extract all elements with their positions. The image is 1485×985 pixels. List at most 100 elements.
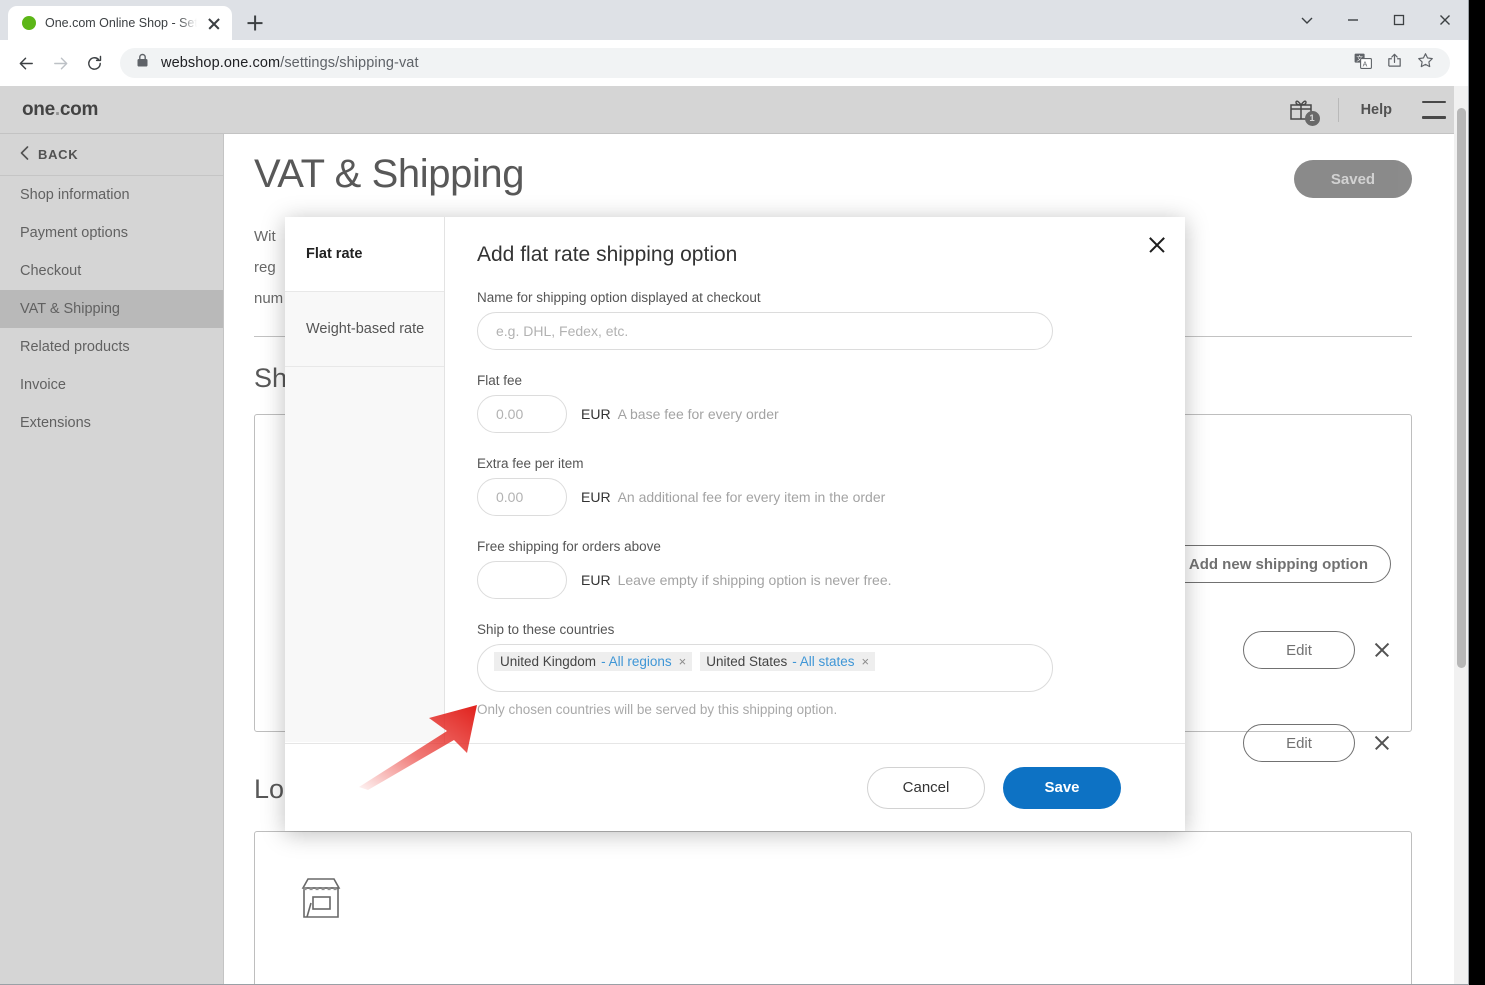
browser-tabstrip: One.com Online Shop - Settings (0, 0, 1468, 40)
field-group-flat-fee: Flat fee EUR A base fee for every order (477, 373, 1153, 433)
flat-fee-label: Flat fee (477, 373, 523, 388)
sidebar-item-checkout[interactable]: Checkout (0, 252, 223, 290)
extra-fee-currency: EUR (581, 489, 611, 505)
field-group-countries: Ship to these countries United Kingdom -… (477, 622, 1153, 717)
browser-toolbar: webshop.one.com/settings/shipping-vat 文A (0, 40, 1468, 86)
delete-icon[interactable] (1373, 734, 1391, 752)
share-icon[interactable] (1386, 52, 1403, 74)
favicon-icon (22, 16, 36, 30)
close-icon[interactable] (206, 15, 222, 31)
sidebar-item-invoice[interactable]: Invoice (0, 366, 223, 404)
remove-chip-icon[interactable]: × (862, 654, 870, 669)
gift-badge: 1 (1304, 110, 1320, 126)
flat-fee-hint: A base fee for every order (617, 406, 779, 422)
edit-button[interactable]: Edit (1243, 631, 1355, 669)
web-page: one.com 1 Help BACK Shop information Pay… (0, 86, 1468, 984)
new-tab-button[interactable] (241, 9, 269, 37)
gift-icon[interactable]: 1 (1288, 96, 1320, 126)
country-name: United Kingdom (500, 654, 597, 669)
sidebar-item-label: Related products (20, 339, 130, 355)
modal-title: Add flat rate shipping option (477, 243, 738, 266)
window-close-icon[interactable] (1422, 0, 1468, 40)
cancel-button[interactable]: Cancel (867, 766, 985, 809)
sidebar-item-extensions[interactable]: Extensions (0, 404, 223, 442)
sidebar-item-label: Payment options (20, 225, 129, 241)
help-link[interactable]: Help (1361, 102, 1392, 118)
sidebar-item-shop-information[interactable]: Shop information (0, 176, 223, 214)
address-bar[interactable]: webshop.one.com/settings/shipping-vat 文A (120, 48, 1450, 78)
sidebar-item-related-products[interactable]: Related products (0, 328, 223, 366)
settings-sidebar: BACK Shop information Payment options Ch… (0, 134, 224, 984)
local-pickup-card (254, 831, 1412, 984)
delete-icon[interactable] (1373, 641, 1391, 659)
add-shipping-option-modal: Flat rate Weight-based rate Add flat rat… (285, 217, 1185, 831)
header-divider (1337, 97, 1339, 122)
add-new-shipping-option-button[interactable]: Add new shipping option (1165, 545, 1391, 583)
shipping-row-actions: Edit (1243, 724, 1391, 762)
country-chip[interactable]: United States - All states × (700, 652, 876, 671)
tab-label: Weight-based rate (306, 321, 425, 337)
countries-label: Ship to these countries (477, 622, 615, 637)
sidebar-item-label: Shop information (20, 187, 130, 203)
edit-button[interactable]: Edit (1243, 724, 1355, 762)
reload-icon[interactable] (78, 47, 110, 79)
lock-icon (136, 53, 149, 73)
sidebar-item-label: VAT & Shipping (20, 301, 120, 317)
app-header: one.com 1 Help (0, 86, 1468, 134)
forward-arrow-icon[interactable] (44, 47, 76, 79)
bookmark-star-icon[interactable] (1417, 52, 1434, 74)
name-field-label: Name for shipping option displayed at ch… (477, 290, 761, 305)
sidebar-item-payment-options[interactable]: Payment options (0, 214, 223, 252)
modal-close-icon[interactable] (1147, 235, 1167, 255)
saved-button[interactable]: Saved (1294, 160, 1412, 198)
countries-hint: Only chosen countries will be served by … (477, 702, 838, 717)
remove-chip-icon[interactable]: × (679, 654, 687, 669)
browser-tab[interactable]: One.com Online Shop - Settings (8, 6, 232, 40)
free-shipping-threshold-input[interactable] (477, 561, 567, 599)
back-arrow-icon[interactable] (10, 47, 42, 79)
address-bar-url: webshop.one.com/settings/shipping-vat (161, 55, 419, 71)
extra-fee-label: Extra fee per item (477, 456, 584, 471)
tab-label: Flat rate (306, 246, 363, 262)
modal-tab-list: Flat rate Weight-based rate (285, 217, 445, 743)
sidebar-item-vat-shipping[interactable]: VAT & Shipping (0, 290, 223, 328)
country-scope[interactable]: - All regions (601, 654, 672, 669)
tab-list-filler (285, 367, 444, 742)
field-group-extra-fee: Extra fee per item EUR An additional fee… (477, 456, 1153, 516)
minimize-icon[interactable] (1330, 0, 1376, 40)
page-scrollbar[interactable] (1454, 86, 1468, 984)
translate-icon[interactable]: 文A (1354, 53, 1372, 74)
flat-fee-currency: EUR (581, 406, 611, 422)
chevron-left-icon (20, 146, 29, 163)
tab-weight-based-rate[interactable]: Weight-based rate (285, 292, 444, 367)
modal-main: Add flat rate shipping option Name for s… (445, 217, 1185, 743)
svg-text:A: A (1363, 61, 1368, 68)
ship-to-countries-input[interactable]: United Kingdom - All regions × United St… (477, 644, 1053, 692)
flat-fee-input[interactable] (477, 395, 567, 433)
free-shipping-hint: Leave empty if shipping option is never … (617, 572, 892, 588)
country-chip[interactable]: United Kingdom - All regions × (494, 652, 693, 671)
one-com-logo[interactable]: one.com (22, 99, 98, 121)
scrollbar-thumb[interactable] (1457, 108, 1466, 668)
shipping-option-name-input[interactable] (477, 312, 1053, 350)
field-group-free-shipping: Free shipping for orders above EUR Leave… (477, 539, 1153, 599)
extra-fee-input[interactable] (477, 478, 567, 516)
back-label: BACK (38, 147, 79, 162)
page-title: VAT & Shipping (254, 152, 525, 196)
country-name: United States (706, 654, 788, 669)
country-scope[interactable]: - All states (792, 654, 854, 669)
shop-illustration-icon (295, 872, 347, 927)
hamburger-menu-icon[interactable] (1422, 100, 1446, 119)
sidebar-item-label: Extensions (20, 415, 91, 431)
modal-footer: Cancel Save (285, 743, 1185, 831)
back-button[interactable]: BACK (0, 134, 223, 176)
tab-flat-rate[interactable]: Flat rate (285, 217, 444, 292)
save-button[interactable]: Save (1003, 766, 1121, 809)
sidebar-item-label: Invoice (20, 377, 66, 393)
tab-search-chevron-icon[interactable] (1284, 0, 1330, 40)
extra-fee-hint: An additional fee for every item in the … (617, 489, 886, 505)
sidebar-item-label: Checkout (20, 263, 82, 279)
shipping-row-actions: Edit (1243, 631, 1391, 669)
maximize-icon[interactable] (1376, 0, 1422, 40)
field-group-name: Name for shipping option displayed at ch… (477, 290, 1153, 350)
